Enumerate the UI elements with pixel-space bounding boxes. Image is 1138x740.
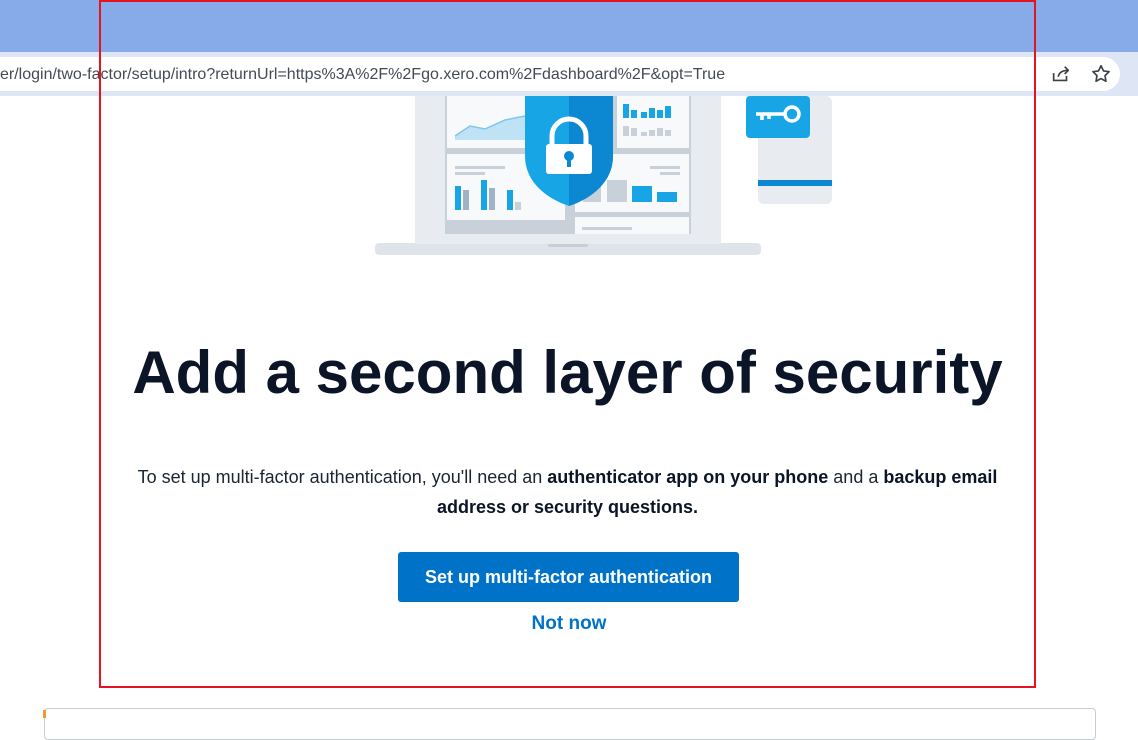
bottom-card: [44, 708, 1096, 740]
share-icon[interactable]: [1050, 63, 1072, 85]
setup-mfa-button[interactable]: Set up multi-factor authentication: [398, 552, 739, 602]
browser-tab-strip: [0, 0, 1138, 52]
not-now-link[interactable]: Not now: [469, 613, 669, 635]
mfa-description: To set up multi-factor authentication, y…: [137, 467, 998, 517]
key-icon: [746, 96, 810, 138]
page-title: Add a second layer of security: [132, 339, 1003, 406]
address-bar-url[interactable]: er/login/two-factor/setup/intro?returnUr…: [0, 66, 725, 84]
security-illustration: [375, 96, 832, 255]
star-icon[interactable]: [1090, 63, 1112, 85]
bottom-card-accent: [43, 710, 46, 718]
